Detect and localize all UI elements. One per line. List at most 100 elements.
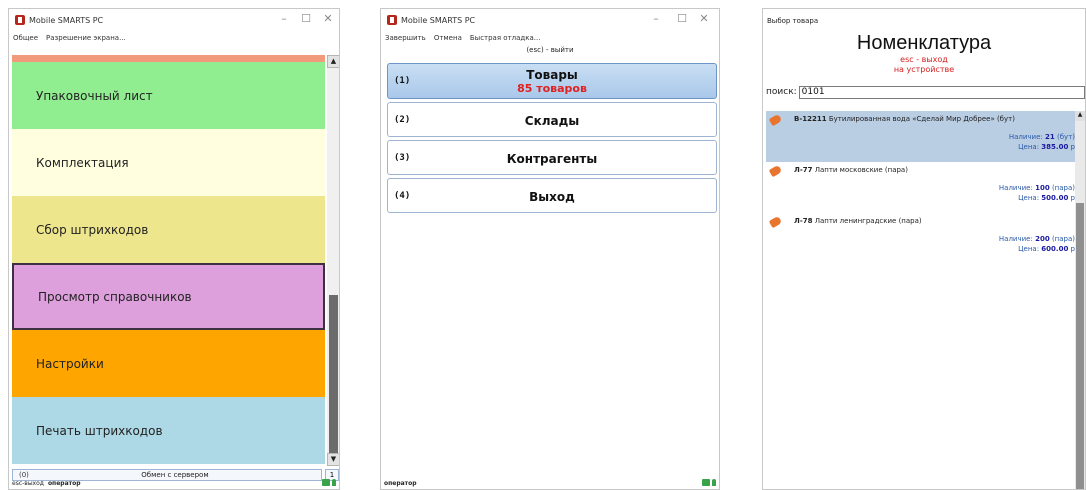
title-bar: Mobile SMARTS PC – ☐ ✕: [381, 9, 719, 31]
item-name: Бутилированная вода «Сделай Мир Добрее» …: [828, 115, 1015, 123]
status-bar: оператор: [381, 477, 719, 489]
menu-general[interactable]: Общее: [13, 34, 38, 42]
avail-label: Наличие:: [1008, 133, 1043, 141]
product-select-window: Выбор товара Номенклатура esc - выход на…: [762, 8, 1086, 490]
avail-label: Наличие:: [998, 184, 1033, 192]
price-value: 600.00: [1041, 245, 1069, 253]
list-item[interactable]: Л-78 Лапти ленинградские (пара) Наличие:…: [766, 213, 1085, 264]
tile-view-directories[interactable]: Просмотр справочников: [12, 263, 325, 330]
signal-icon: [712, 479, 716, 486]
item-name: Лапти московские (пара): [814, 166, 908, 174]
vertical-scrollbar[interactable]: ▲: [1075, 111, 1085, 489]
exit-number: (4): [394, 190, 411, 201]
tile-label: Просмотр справочников: [38, 289, 192, 304]
esc-hint-line2: на устройстве: [893, 65, 955, 74]
tile-label: Комплектация: [36, 155, 129, 170]
warehouses-label: Склады: [524, 114, 580, 128]
esc-hint-line1: esc - выход: [900, 55, 948, 64]
search-row: поиск: 0101: [763, 85, 1085, 99]
list-item[interactable]: Л-77 Лапти московские (пара) Наличие: 10…: [766, 162, 1085, 213]
menu-cancel[interactable]: Отмена: [434, 34, 462, 42]
item-code: Л-78: [794, 217, 813, 225]
avail-value: 21: [1045, 133, 1055, 141]
item-code: Л-77: [794, 166, 813, 174]
scroll-thumb[interactable]: [1076, 203, 1084, 489]
app-logo-icon: [387, 15, 397, 25]
goods-number: (1): [394, 76, 411, 86]
exit-label: Выход: [529, 190, 575, 204]
page-title: Номенклатура: [856, 32, 992, 54]
vertical-scrollbar[interactable]: ▲ ▼: [327, 55, 339, 466]
avail-value: 100: [1035, 184, 1050, 192]
goods-button[interactable]: (1) Товары 85 товаров: [387, 63, 717, 99]
exit-button[interactable]: (4) Выход: [387, 178, 717, 213]
battery-icon: [322, 479, 330, 486]
price-tag-icon: [768, 164, 783, 178]
status-bar: esc-выход оператор: [9, 477, 339, 489]
directories-window: Mobile SMARTS PC – ☐ ✕ Завершить Отмена …: [380, 8, 720, 490]
menu-bar: Завершить Отмена Быстрая отладка...: [381, 31, 719, 45]
goods-count: 85 товаров: [517, 81, 587, 95]
tile-label: Настройки: [36, 356, 104, 371]
window-title: Выбор товара: [767, 17, 819, 25]
window-title: Mobile SMARTS PC: [29, 15, 104, 25]
menu-quick-debug[interactable]: Быстрая отладка...: [470, 34, 541, 42]
menu-finish[interactable]: Завершить: [385, 34, 426, 42]
tile-label: Упаковочный лист: [36, 88, 153, 103]
window-title: Mobile SMARTS PC: [401, 15, 476, 25]
title-bar: Mobile SMARTS PC – ☐ ✕: [9, 9, 339, 31]
maximize-icon[interactable]: ☐: [671, 12, 693, 25]
search-input[interactable]: 0101: [798, 85, 1085, 99]
tile-print-barcodes[interactable]: Печать штрихкодов: [12, 397, 325, 464]
tile-label: Сбор штрихкодов: [36, 222, 149, 237]
warehouses-button[interactable]: (2) Склады: [387, 102, 717, 137]
scroll-up-icon[interactable]: ▲: [1075, 111, 1085, 121]
battery-icon: [702, 479, 710, 486]
price-value: 385.00: [1041, 143, 1069, 151]
scroll-down-icon[interactable]: ▼: [327, 453, 339, 466]
scroll-thumb[interactable]: [329, 295, 338, 453]
avail-unit: (пара): [1051, 184, 1075, 192]
tile-picking[interactable]: Комплектация: [12, 129, 325, 196]
avail-unit: (пара): [1051, 235, 1075, 243]
menu-bar: Общее Разрешение экрана...: [9, 31, 339, 45]
tile-settings[interactable]: Настройки: [12, 330, 325, 397]
close-icon[interactable]: ✕: [317, 12, 339, 25]
previous-tile-edge: [12, 55, 325, 62]
item-code: В-12211: [794, 115, 827, 123]
maximize-icon[interactable]: ☐: [295, 12, 317, 25]
avail-unit: (бут): [1057, 133, 1075, 141]
tile-label: Печать штрихкодов: [36, 423, 163, 438]
counterparties-label: Контрагенты: [506, 152, 598, 166]
main-menu-window: Mobile SMARTS PC – ☐ ✕ Общее Разрешение …: [8, 8, 340, 490]
menu-tile-list: Упаковочный лист Комплектация Сбор штрих…: [12, 62, 325, 464]
signal-icon: [332, 479, 336, 486]
scroll-up-icon[interactable]: ▲: [327, 55, 339, 68]
status-esc-hint: esc-выход: [12, 479, 44, 487]
item-name: Лапти ленинградские (пара): [814, 217, 922, 225]
price-label: Цена:: [1018, 143, 1040, 151]
price-value: 500.00: [1041, 194, 1069, 202]
price-tag-icon: [768, 215, 783, 229]
warehouses-number: (2): [394, 114, 411, 125]
tile-packing-list[interactable]: Упаковочный лист: [12, 62, 325, 129]
status-icons: [322, 479, 336, 486]
tile-barcode-collection[interactable]: Сбор штрихкодов: [12, 196, 325, 263]
status-user: оператор: [47, 479, 81, 487]
app-logo-icon: [15, 15, 25, 25]
price-tag-icon: [768, 113, 783, 127]
search-label: поиск:: [766, 87, 797, 97]
list-item[interactable]: В-12211 Бутилированная вода «Сделай Мир …: [766, 111, 1085, 162]
esc-hint: (esc) - выйти: [526, 46, 574, 54]
counterparties-button[interactable]: (3) Контрагенты: [387, 140, 717, 175]
menu-screen-resolution[interactable]: Разрешение экрана...: [46, 34, 126, 42]
close-icon[interactable]: ✕: [693, 12, 715, 25]
avail-label: Наличие:: [998, 235, 1033, 243]
price-label: Цена:: [1018, 194, 1040, 202]
status-user: оператор: [384, 479, 417, 487]
minimize-icon[interactable]: –: [645, 12, 667, 25]
minimize-icon[interactable]: –: [273, 12, 295, 25]
product-list: В-12211 Бутилированная вода «Сделай Мир …: [766, 111, 1085, 489]
price-label: Цена:: [1018, 245, 1040, 253]
counterparties-number: (3): [394, 152, 411, 163]
